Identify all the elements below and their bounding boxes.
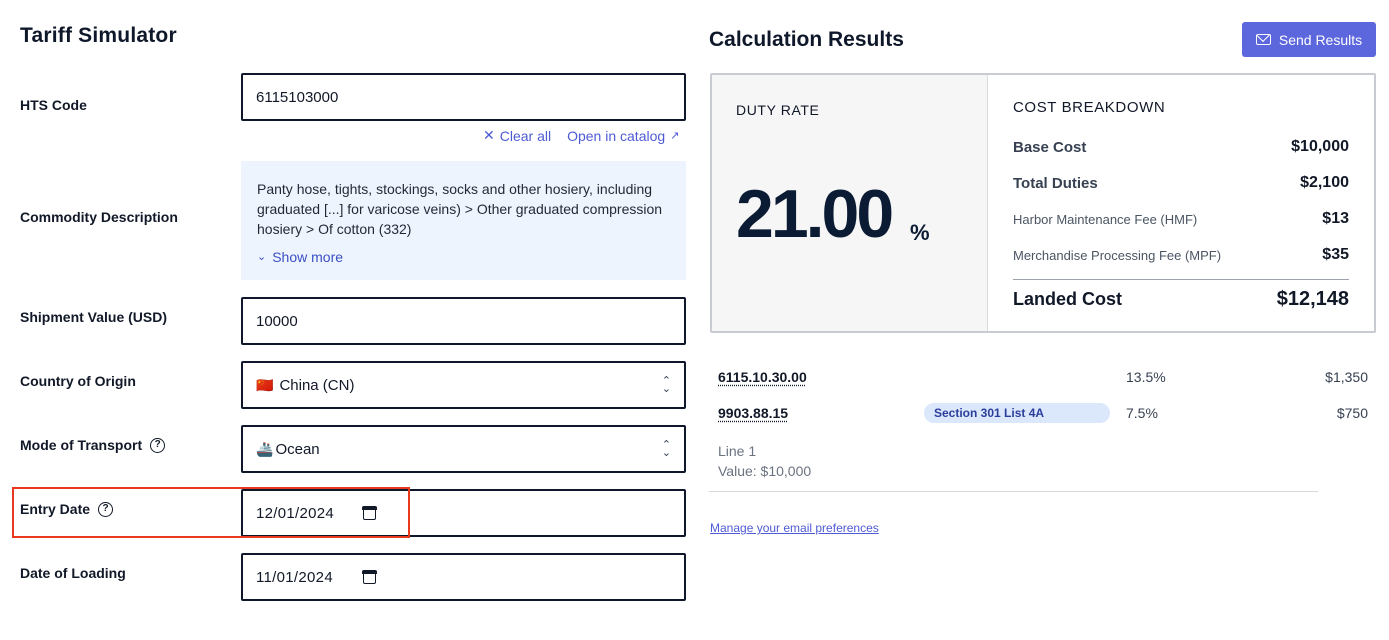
close-icon: ✕: [483, 127, 495, 143]
line-amount: $750: [1336, 405, 1368, 421]
calendar-icon[interactable]: [362, 570, 377, 584]
commodity-description-box: Panty hose, tights, stockings, socks and…: [241, 161, 686, 280]
shipment-value-input-field[interactable]: [256, 312, 671, 330]
commodity-description-text: Panty hose, tights, stockings, socks and…: [257, 181, 663, 237]
cost-breakdown-panel: COST BREAKDOWN Base Cost $10,000 Total D…: [988, 75, 1374, 331]
shipment-value-input[interactable]: [241, 297, 686, 345]
select-chevron-icon: ⌃ ⌄: [661, 375, 671, 395]
loading-date-value: 11/01/2024: [256, 568, 333, 586]
transport-value: Ocean: [275, 440, 320, 458]
country-of-origin-select[interactable]: 🇨🇳 China (CN) ⌃ ⌄: [241, 361, 686, 409]
email-preferences-link[interactable]: Manage your email preferences: [710, 521, 879, 535]
tariff-line-row: 9903.88.15 Section 301 List 4A 7.5% $750: [718, 402, 1368, 424]
open-in-catalog-link[interactable]: Open in catalog ↗: [567, 127, 679, 144]
cost-row: Harbor Maintenance Fee (HMF) $13: [1013, 210, 1349, 227]
clear-all-link[interactable]: ✕ Clear all: [483, 127, 551, 144]
shipment-value-label: Shipment Value (USD): [20, 309, 168, 325]
section-301-badge: Section 301 List 4A: [924, 403, 1110, 423]
hts-line-code-link[interactable]: 6115.10.30.00: [718, 369, 924, 385]
country-of-origin-label: Country of Origin: [20, 373, 136, 389]
line-value: Value: $10,000: [718, 463, 812, 479]
line-meta: Line 1 Value: $10,000: [718, 441, 811, 481]
line-rate: 13.5%: [1126, 369, 1166, 385]
entry-date-highlight: [12, 487, 410, 538]
date-of-loading-input[interactable]: 11/01/2024: [241, 553, 686, 601]
duty-rate-unit: %: [910, 220, 930, 245]
external-link-icon: ↗: [670, 130, 680, 142]
page-title: Tariff Simulator: [20, 24, 177, 47]
select-chevron-icon: ⌃ ⌄: [661, 439, 671, 459]
help-icon[interactable]: ?: [150, 437, 166, 453]
hts-code-label: HTS Code: [20, 97, 87, 113]
mail-icon: [1255, 34, 1271, 45]
duty-rate-label: DUTY RATE: [736, 102, 820, 118]
line-rate: 7.5%: [1126, 405, 1158, 421]
line-divider: [709, 491, 1318, 492]
cost-row: Merchandise Processing Fee (MPF) $35: [1013, 246, 1349, 263]
commodity-description-label: Commodity Description: [20, 209, 178, 225]
mode-of-transport-select[interactable]: 🚢 Ocean ⌃ ⌄: [241, 425, 686, 473]
tariff-line-row: 6115.10.30.00 13.5% $1,350: [718, 366, 1368, 388]
hts-line-code-link[interactable]: 9903.88.15: [718, 405, 924, 421]
send-results-button[interactable]: Send Results: [1242, 22, 1376, 57]
ship-icon: 🚢: [256, 440, 274, 457]
cost-row: Total Duties $2,100: [1013, 174, 1349, 192]
hts-code-input[interactable]: [241, 73, 686, 121]
cost-breakdown-title: COST BREAKDOWN: [1013, 99, 1166, 116]
duty-rate-value: 21.00: [736, 176, 894, 252]
landed-cost-row: Landed Cost $12,148: [1013, 287, 1349, 310]
cost-row: Base Cost $10,000: [1013, 138, 1349, 156]
china-flag-icon: 🇨🇳: [256, 376, 274, 393]
line-name: Line 1: [718, 443, 757, 459]
country-value: China (CN): [279, 376, 355, 394]
date-of-loading-label: Date of Loading: [20, 565, 126, 581]
hts-code-input-field[interactable]: [256, 88, 671, 106]
show-more-button[interactable]: ⌄ Show more: [257, 247, 670, 267]
results-title: Calculation Results: [709, 28, 904, 51]
line-amount: $1,350: [1325, 369, 1368, 385]
chevron-down-icon: ⌄: [257, 251, 267, 263]
results-card: DUTY RATE 21.00 % COST BREAKDOWN Base Co…: [710, 73, 1376, 333]
mode-of-transport-label: Mode of Transport ?: [20, 437, 166, 453]
hts-links: ✕ Clear all Open in catalog ↗: [483, 127, 679, 144]
duty-rate-panel: DUTY RATE 21.00 %: [712, 75, 988, 331]
